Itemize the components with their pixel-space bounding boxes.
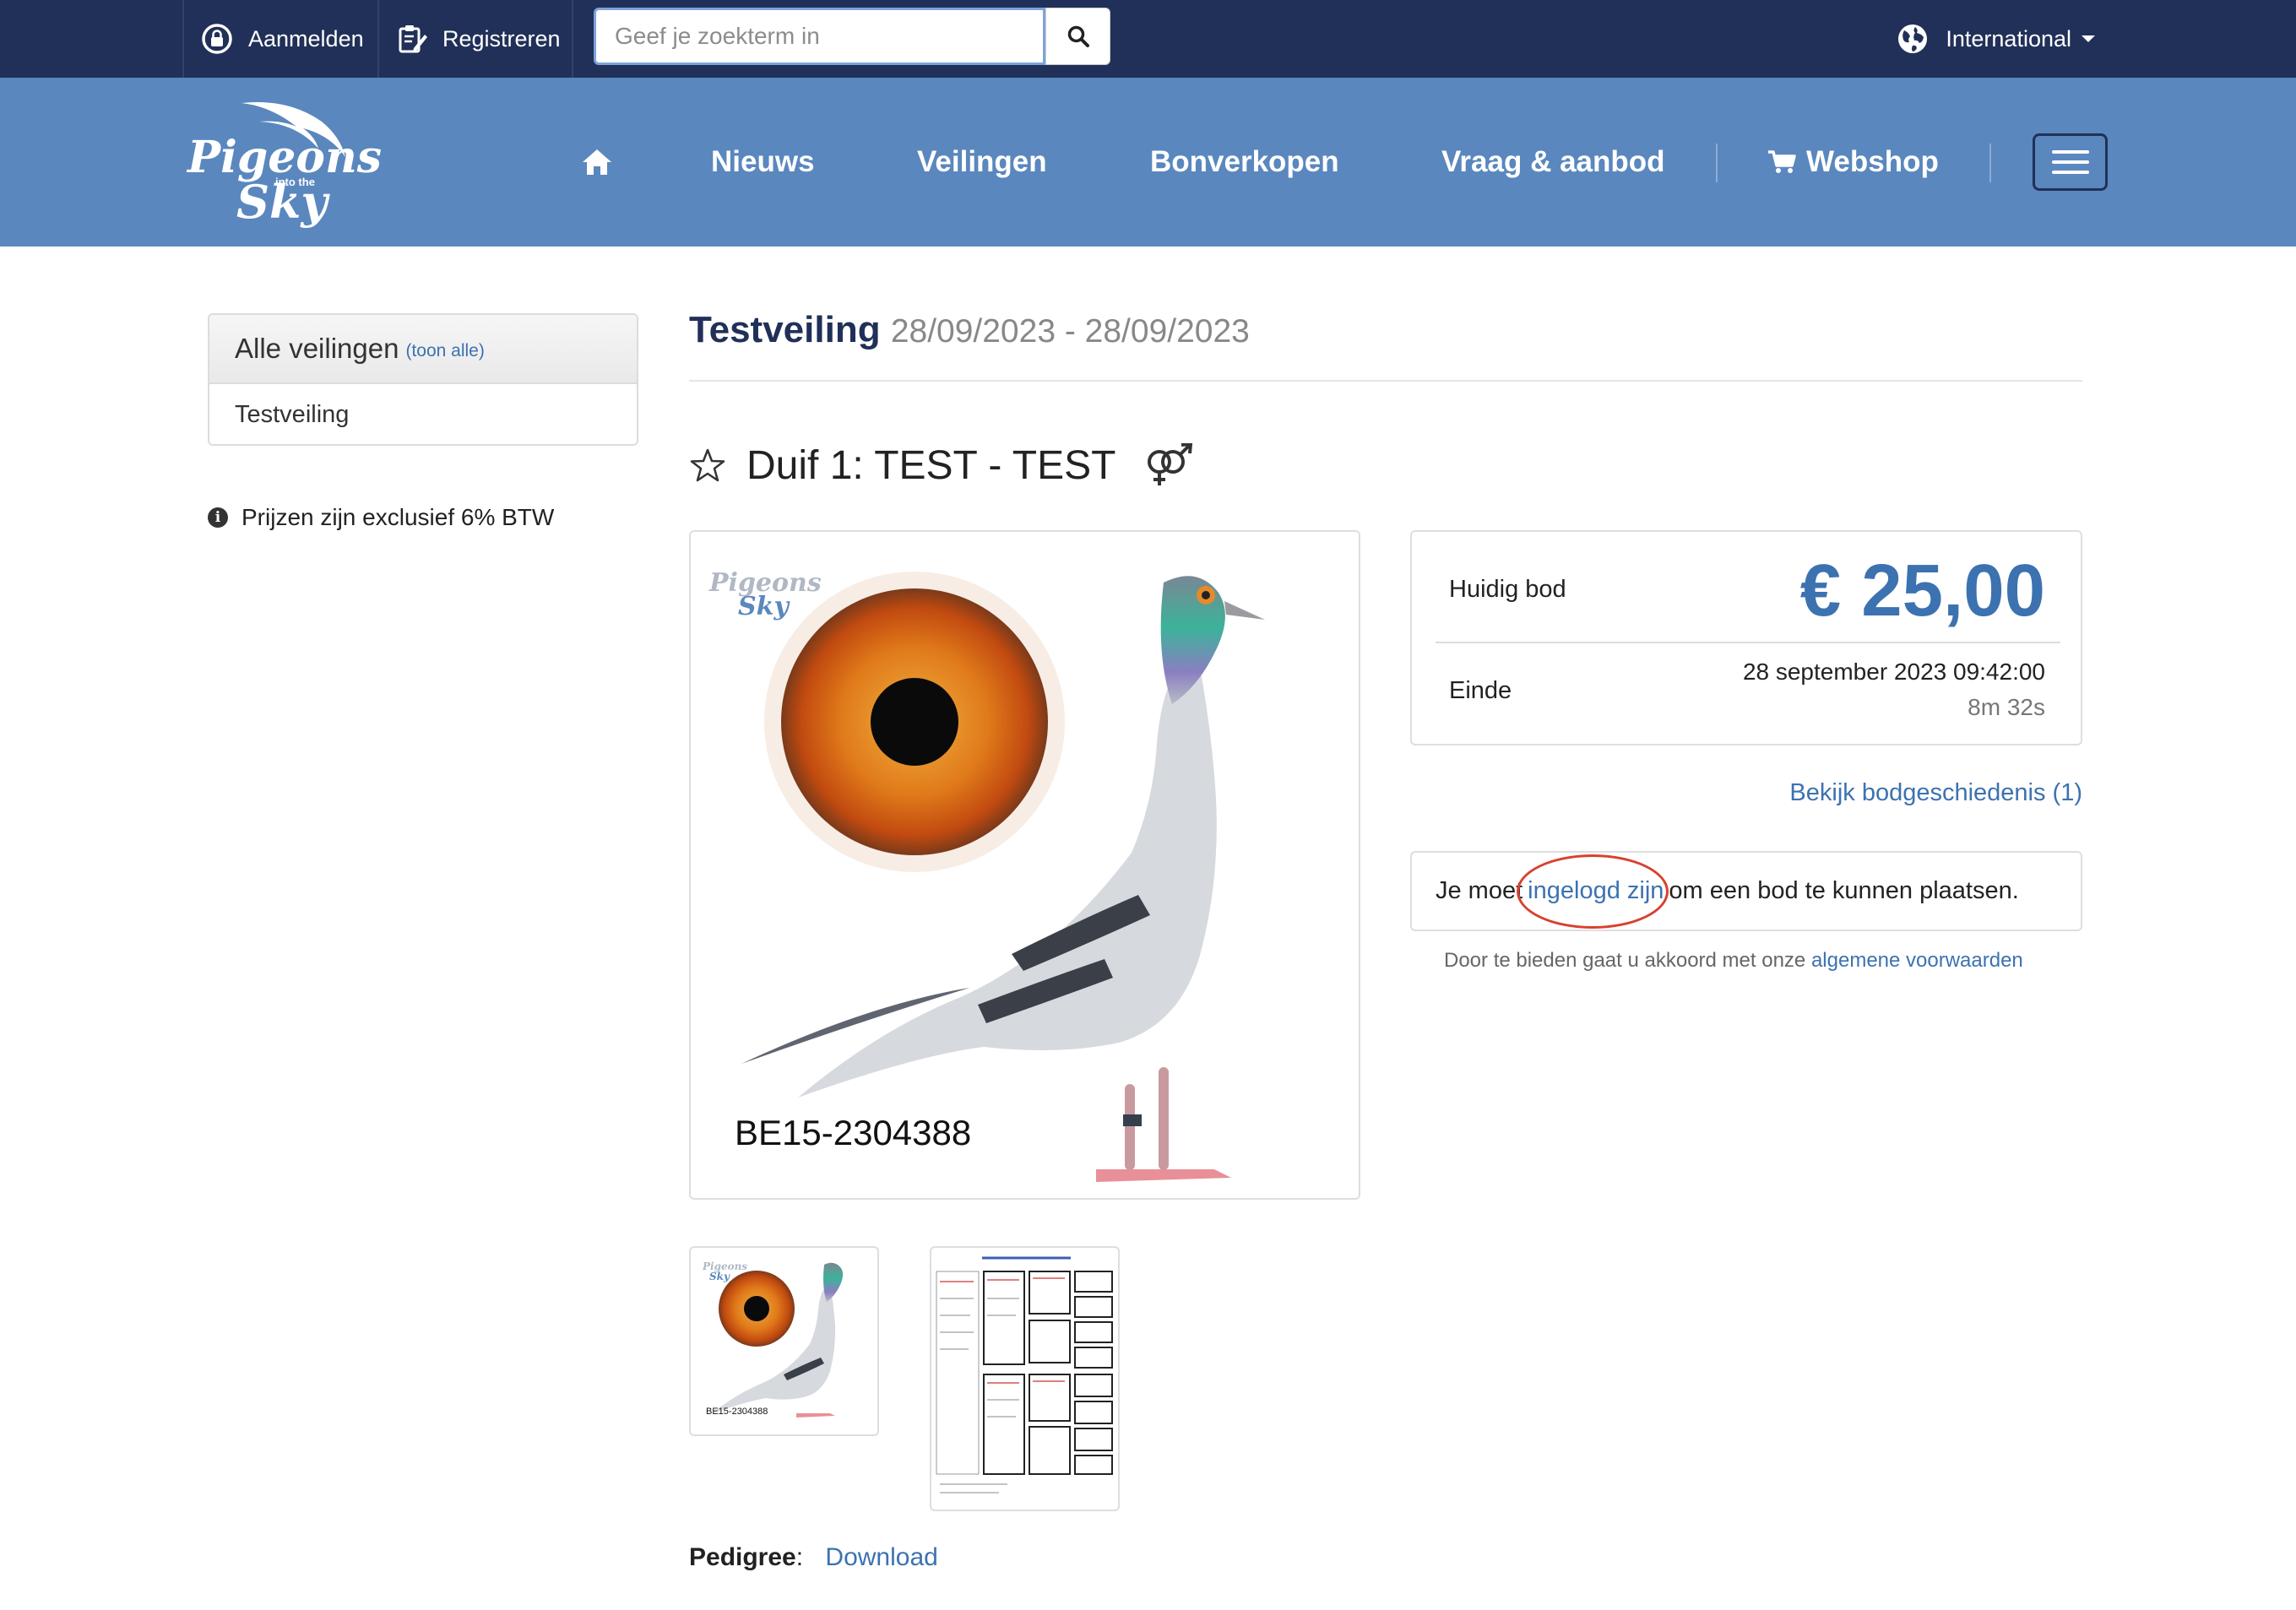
nav-bonus-sales[interactable]: Bonverkopen [1150, 78, 1339, 247]
topbar-divider [182, 0, 184, 78]
pedigree-row: Pedigree: Download [689, 1543, 938, 1572]
register-label: Registreren [442, 25, 561, 51]
vat-notice: i Prijzen zijn exclusief 6% BTW [208, 504, 554, 531]
nav-webshop[interactable]: Webshop [1767, 78, 1939, 247]
caret-down-icon [2082, 35, 2095, 42]
pigeon-photo-image: Pigeons Sky [708, 568, 1265, 1182]
region-dropdown[interactable]: International [1897, 0, 2095, 78]
nav-auctions-label: Veilingen [917, 145, 1047, 178]
nav-auctions[interactable]: Veilingen [917, 78, 1047, 247]
svg-text:Sky: Sky [709, 1271, 730, 1282]
sidebar-item-label: Testveiling [235, 401, 350, 428]
nav-supply-demand[interactable]: Vraag & aanbod [1441, 78, 1665, 247]
pigeons-into-the-sky-logo[interactable]: Pigeons into the Sky [184, 95, 395, 230]
pigeon-heading: Duif 1: TEST - TEST [689, 436, 1195, 495]
time-remaining: 8m 32s [1968, 694, 2045, 720]
pedigree-label: Pedigree [689, 1543, 796, 1571]
svg-text:Sky: Sky [738, 592, 790, 621]
globe-icon [1898, 24, 1928, 53]
sidebar-item-testveiling[interactable]: Testveiling [209, 384, 637, 444]
terms-link[interactable]: algemene voorwaarden [1811, 949, 2023, 972]
topbar-divider [377, 0, 379, 78]
hamburger-icon-bar [2051, 160, 2089, 164]
auction-title: Testveiling 28/09/2023 - 28/09/2023 [689, 309, 1250, 351]
menu-toggle-button[interactable] [2033, 133, 2108, 191]
thumbnail-pigeon-photo[interactable]: Pigeons Sky BE15-2304388 [689, 1246, 879, 1436]
login-link[interactable]: Aanmelden [201, 0, 364, 78]
ring-number: BE15-2304388 [735, 1113, 972, 1152]
main-navbar: Pigeons into the Sky Nieuws Veilingen Bo… [0, 78, 2296, 247]
nav-supply-demand-label: Vraag & aanbod [1441, 145, 1665, 178]
nav-divider [1716, 144, 1718, 182]
register-link[interactable]: Registreren [397, 0, 561, 78]
thumbnail-pedigree-document[interactable] [930, 1246, 1120, 1511]
nav-news[interactable]: Nieuws [711, 78, 815, 247]
bid-history-link[interactable]: Bekijk bodgeschiedenis (1) [1789, 779, 2082, 807]
info-icon: i [208, 507, 228, 528]
region-label: International [1946, 25, 2071, 51]
login-prefix-text: Je moet [1436, 877, 1523, 904]
gender-symbol-icon [1148, 443, 1193, 485]
end-datetime: 28 september 2023 09:42:00 [1742, 659, 2045, 685]
sidebar-heading: Alle veilingen [235, 333, 399, 364]
nav-divider [1989, 144, 1991, 182]
login-lock-icon [202, 24, 232, 54]
pigeon-title: Duif 1: TEST - TEST [746, 442, 1116, 488]
bid-divider [1436, 642, 2060, 643]
topbar-divider [572, 0, 573, 78]
pigeon-photo[interactable]: Pigeons Sky BE15-2304388 [689, 530, 1360, 1200]
top-bar: Aanmelden Registreren International [0, 0, 2296, 78]
sidebar-header: Alle veilingen (toon alle) [209, 315, 637, 384]
login-inline-link[interactable]: ingelogd zijn [1528, 877, 1664, 905]
terms-text: Door te bieden gaat u akkoord met onze [1444, 949, 1806, 972]
auction-dates: 28/09/2023 - 28/09/2023 [890, 313, 1250, 350]
show-all-link[interactable]: (toon alle) [405, 341, 484, 361]
auction-name: Testveiling [689, 309, 881, 350]
search-button[interactable] [1045, 8, 1110, 65]
nav-home[interactable] [581, 78, 613, 247]
cart-icon [1768, 150, 1796, 173]
svg-text:Sky: Sky [236, 175, 330, 229]
pedigree-download-link[interactable]: Download [825, 1543, 937, 1571]
home-icon [583, 149, 611, 175]
title-divider [689, 380, 2082, 382]
login-label: Aanmelden [248, 25, 364, 51]
hamburger-icon-bar [2051, 150, 2089, 154]
thumbnail-ring-number: BE15-2304388 [706, 1407, 768, 1417]
current-bid-amount: € 25,00 [1799, 550, 2045, 632]
auctions-sidebar: Alle veilingen (toon alle) Testveiling [208, 313, 638, 446]
bid-panel: Huidig bod € 25,00 Einde 28 september 20… [1410, 530, 2082, 745]
nav-news-label: Nieuws [711, 145, 815, 178]
pedigree-document-image [936, 1256, 1113, 1493]
login-suffix-text: om een bod te kunnen plaatsen. [1669, 877, 2019, 904]
vat-note-text: Prijzen zijn exclusief 6% BTW [242, 504, 555, 530]
search-icon [1067, 25, 1089, 47]
nav-bonus-sales-label: Bonverkopen [1150, 145, 1339, 178]
search-input[interactable] [594, 8, 1045, 65]
current-bid-label: Huidig bod [1449, 576, 1566, 603]
nav-webshop-label: Webshop [1806, 145, 1939, 178]
favorite-star-icon[interactable] [689, 447, 726, 484]
hamburger-icon-bar [2051, 171, 2089, 174]
terms-notice: Door te bieden gaat u akkoord met onze a… [1444, 949, 2023, 973]
pedigree-separator: : [795, 1543, 804, 1571]
login-required-notice: Je moet ingelogd zijn om een bod te kunn… [1410, 851, 2082, 931]
end-label: Einde [1449, 677, 1512, 704]
register-form-icon [399, 25, 427, 53]
